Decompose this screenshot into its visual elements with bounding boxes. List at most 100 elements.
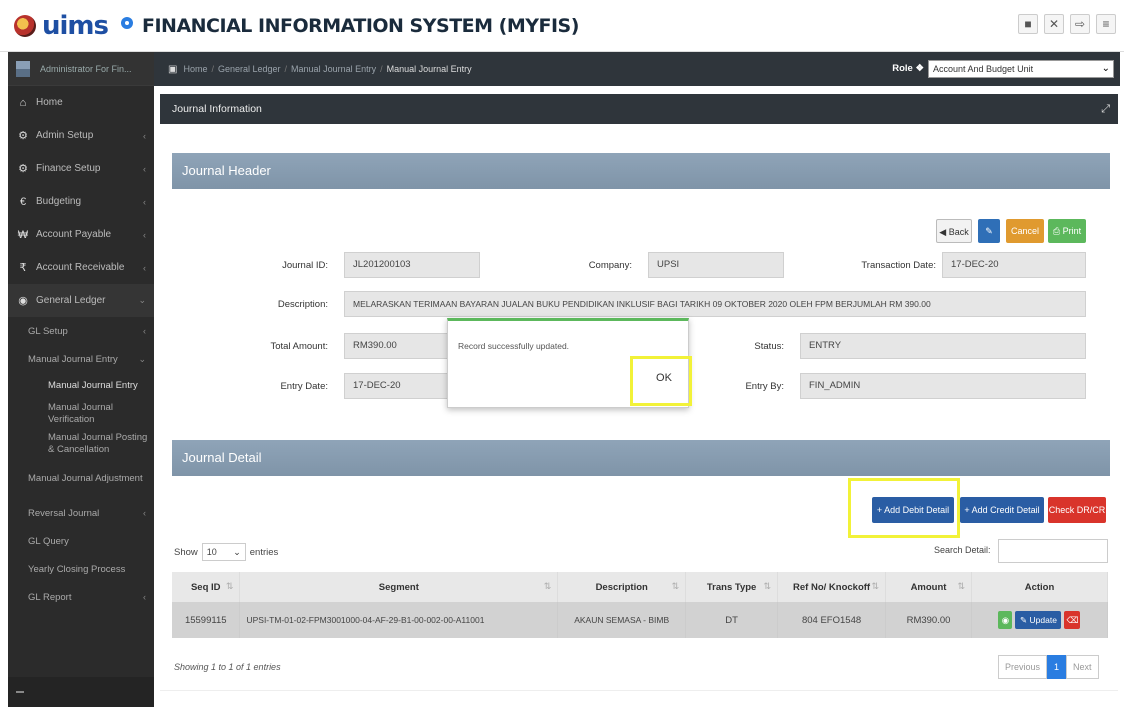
ok-button[interactable]: OK [638, 359, 690, 401]
menu-icon[interactable]: ≡ [1096, 14, 1116, 34]
column-header-seq-id[interactable]: Seq ID ⇅ [172, 572, 241, 602]
entry-date-field: 17-DEC-20 [344, 373, 448, 399]
sidebar-item-budgeting[interactable]: € Budgeting ‹ [8, 185, 154, 218]
success-dialog: Record successfully updated. OK [447, 318, 689, 408]
breadcrumb-current: Manual Journal Entry [386, 64, 472, 74]
cell-seq-id: 15599115 [172, 602, 241, 638]
sidebar-item-yearly-closing[interactable]: Yearly Closing Process [8, 555, 154, 583]
panel-title: Journal Information [172, 103, 262, 115]
uims-logo-text: uims [42, 10, 109, 41]
print-button[interactable]: ⎙ Print [1048, 219, 1086, 243]
close-icon[interactable]: ✕ [1044, 14, 1064, 34]
breadcrumb-item[interactable]: Home [183, 64, 207, 74]
view-button[interactable]: ◉ [998, 611, 1013, 629]
expand-icon[interactable]: ⤢ [1101, 94, 1110, 124]
sort-icon: ⇅ [871, 581, 880, 591]
chevron-left-icon: ‹ [143, 196, 146, 207]
sidebar-item-gl-query[interactable]: GL Query [8, 527, 154, 555]
sidebar-user[interactable]: Administrator For Fin... [8, 52, 154, 86]
sidebar-item-manual-journal-entry[interactable]: Manual Journal Entry [8, 373, 154, 399]
sort-icon: ⇅ [763, 581, 772, 591]
gears-icon: ⚙ [18, 130, 28, 142]
chevron-left-icon: ‹ [143, 326, 146, 336]
status-label: Status: [754, 341, 784, 352]
cancel-button[interactable]: Cancel [1006, 219, 1044, 243]
pagination-next[interactable]: Next [1066, 655, 1099, 679]
sort-icon: ⇅ [225, 581, 234, 591]
description-label: Description: [277, 299, 328, 310]
journal-id-field: JL201200103 [344, 252, 480, 278]
breadcrumb-item[interactable]: Manual Journal Entry [291, 64, 376, 74]
add-debit-detail-button[interactable]: + Add Debit Detail [872, 497, 954, 523]
lock-icon[interactable]: ■ [1018, 14, 1038, 34]
cell-description: AKAUN SEMASA - BIMB [557, 602, 687, 638]
university-seal-icon [14, 14, 36, 37]
chevron-left-icon: ‹ [143, 592, 146, 602]
sidebar-item-manual-journal-adjustment[interactable]: Manual Journal Adjustment [8, 459, 154, 499]
rupee-icon: ₹ [19, 262, 27, 274]
breadcrumb-item[interactable]: General Ledger [218, 64, 281, 74]
sidebar-item-manual-journal-posting[interactable]: Manual Journal Posting & Cancellation [8, 429, 154, 459]
trash-icon: ⌫ [1066, 615, 1079, 625]
check-dr-cr-button[interactable]: Check DR/CR [1048, 497, 1106, 523]
dialog-message: Record successfully updated. [458, 341, 570, 351]
pagination-previous[interactable]: Previous [998, 655, 1048, 679]
entry-date-label: Entry Date: [280, 381, 328, 392]
sidebar-item-gl-report[interactable]: GL Report ‹ [8, 583, 154, 611]
location-pin-icon [120, 16, 134, 35]
breadcrumb: ▣ Home / General Ledger / Manual Journal E… [154, 52, 1120, 86]
logout-icon[interactable]: ⇨ [1070, 14, 1090, 34]
column-header-ref-no[interactable]: Ref No/ Knockoff ⇅ [777, 572, 887, 602]
role-select[interactable]: Account And Budget Unit ⌄ [928, 60, 1114, 78]
description-field: MELARASKAN TERIMAAN BAYARAN JUALAN BUKU … [344, 291, 1086, 317]
chevron-left-icon: ‹ [143, 262, 146, 273]
app-window: uims FINANCIAL INFORMATION SYSTEM (MYFIS… [0, 0, 1124, 707]
company-field: UPSI [648, 252, 784, 278]
sidebar-item-manual-journal-entry-group[interactable]: Manual Journal Entry ⌄ [8, 345, 154, 373]
sidebar-item-finance-setup[interactable]: ⚙ Finance Setup ‹ [8, 152, 154, 185]
user-name: Administrator For Fin... [40, 63, 132, 74]
entries-select[interactable]: 10 ⌄ [201, 543, 246, 561]
chevron-down-icon: ⌄ [233, 547, 241, 557]
cell-amount: RM390.00 [885, 602, 972, 638]
sidebar-item-account-receivable[interactable]: ₹ Account Receivable ‹ [8, 251, 154, 284]
journal-header-title: Journal Header [172, 153, 1110, 189]
transaction-date-label: Transaction Date: [861, 260, 936, 271]
update-button[interactable]: ✎ Update [1015, 611, 1062, 629]
euro-icon: € [19, 195, 27, 208]
dashboard-icon[interactable]: ▣ [168, 64, 177, 75]
sidebar-item-account-payable[interactable]: ₩ Account Payable ‹ [8, 218, 154, 251]
app-title: FINANCIAL INFORMATION SYSTEM (MYFIS) [142, 14, 579, 37]
column-header-action: Action [971, 572, 1109, 602]
delete-button[interactable]: ⌫ [1064, 611, 1081, 629]
add-credit-detail-button[interactable]: + Add Credit Detail [960, 497, 1044, 523]
sidebar-collapse-toggle[interactable] [8, 677, 154, 707]
column-header-amount[interactable]: Amount ⇅ [885, 572, 972, 602]
column-header-description[interactable]: Description ⇅ [557, 572, 687, 602]
sidebar-item-reversal-journal[interactable]: Reversal Journal ‹ [8, 499, 154, 527]
sidebar-item-home[interactable]: ⌂ Home [8, 86, 154, 119]
chevron-down-icon: ⌄ [1101, 63, 1110, 74]
entries-length-control: Show 10 ⌄ entries [174, 543, 278, 561]
journal-detail-title: Journal Detail [172, 440, 1110, 476]
won-icon: ₩ [17, 228, 29, 241]
cell-segment: UPSI-TM-01-02-FPM3001000-04-AF-29-B1-00-… [239, 602, 559, 638]
column-header-trans-type[interactable]: Trans Type ⇅ [685, 572, 779, 602]
journal-detail-table: Seq ID ⇅ Segment ⇅ Description ⇅ Trans Type… [172, 572, 1109, 638]
sidebar-item-gl-setup[interactable]: GL Setup ‹ [8, 317, 154, 345]
back-button[interactable]: ◀ Back [936, 219, 972, 243]
table-info: Showing 1 to 1 of 1 entries [174, 662, 281, 672]
column-header-segment[interactable]: Segment ⇅ [239, 572, 559, 602]
save-button[interactable]: ✎ [978, 219, 1000, 243]
sidebar-item-general-ledger[interactable]: ◉ General Ledger ⌄ [8, 284, 154, 317]
chevron-left-icon: ‹ [143, 130, 146, 141]
sidebar-item-admin-setup[interactable]: ⚙ Admin Setup ‹ [8, 119, 154, 152]
sort-icon: ⇅ [957, 581, 965, 591]
pagination-page-1[interactable]: 1 [1047, 655, 1067, 679]
search-detail-input[interactable] [998, 539, 1108, 563]
status-field: ENTRY [800, 333, 1086, 359]
sidebar-item-manual-journal-verification[interactable]: Manual Journal Verification [8, 399, 154, 429]
chevron-left-icon: ‹ [143, 229, 146, 240]
total-amount-field: RM390.00 [344, 333, 448, 359]
transaction-date-field: 17-DEC-20 [942, 252, 1086, 278]
